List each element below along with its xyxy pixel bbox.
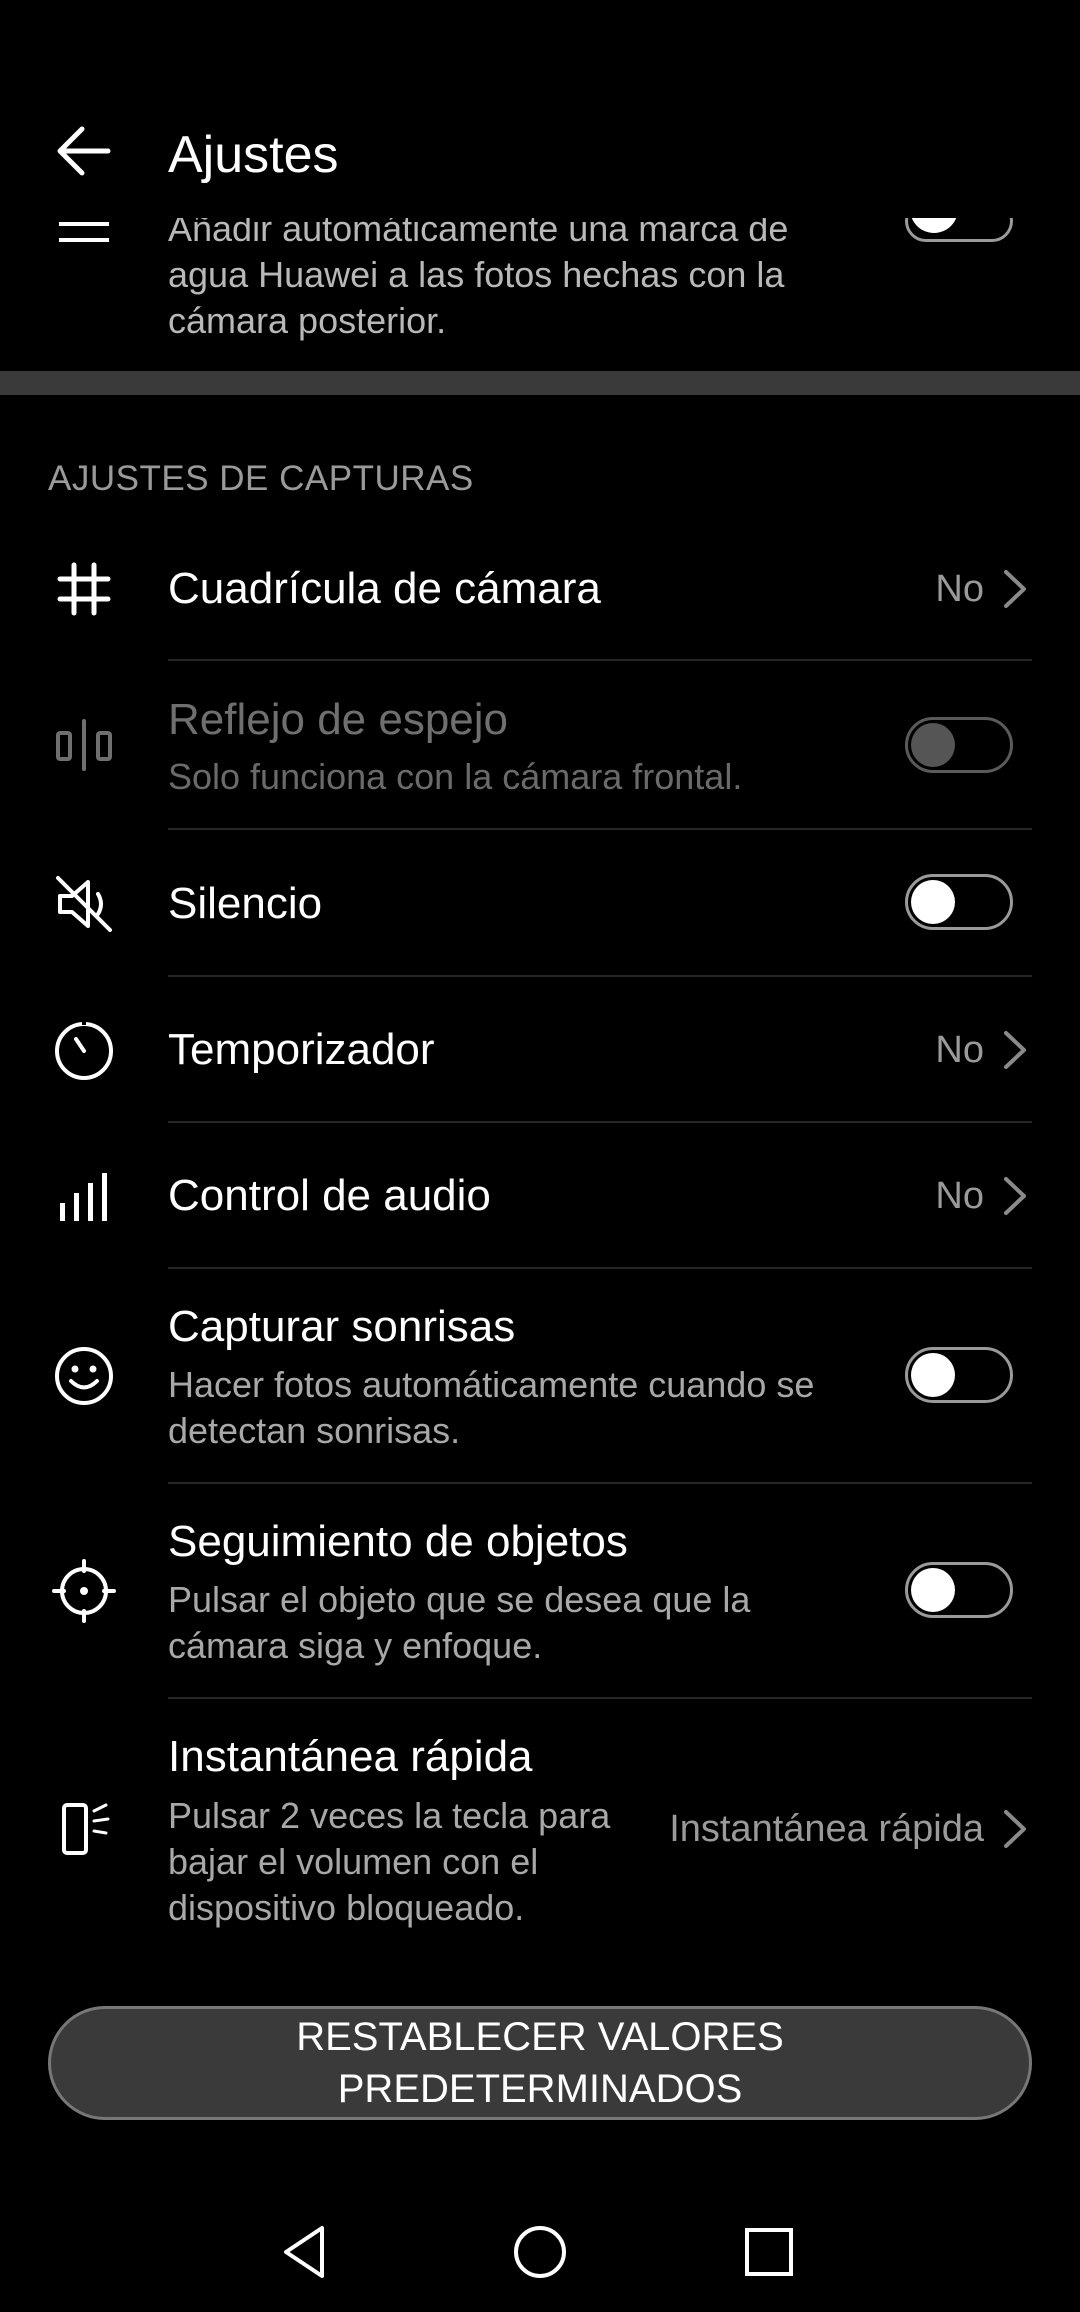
section-header: AJUSTES DE CAPTURAS [48, 459, 474, 498]
smile-capture-toggle[interactable] [905, 1347, 1013, 1403]
setting-subtitle: Pulsar el objeto que se desea que la cám… [168, 1579, 751, 1666]
chevron-right-icon [1000, 1804, 1030, 1854]
nav-recents-button[interactable] [733, 2216, 805, 2288]
setting-title: Cuadrícula de cámara [168, 564, 601, 613]
nav-back-button[interactable] [272, 2216, 344, 2288]
nav-recents-icon [745, 2228, 793, 2276]
setting-title: Seguimiento de objetos [168, 1517, 628, 1566]
reset-defaults-label: RESTABLECER VALORES PREDETERMINADOS [296, 2015, 784, 2111]
chevron-right-icon [1000, 564, 1030, 614]
crosshair-icon [48, 1555, 120, 1627]
smile-icon [48, 1340, 120, 1412]
setting-title: Silencio [168, 879, 323, 928]
reset-defaults-button[interactable]: RESTABLECER VALORES PREDETERMINADOS [48, 2006, 1032, 2120]
watermark-description: Añadir automáticamente una marca de agua… [168, 208, 789, 341]
setting-audio-control[interactable] [0, 1123, 1080, 1268]
setting-title: Temporizador [168, 1025, 435, 1074]
setting-subtitle: Hacer fotos automáticamente cuando se de… [168, 1364, 815, 1451]
object-tracking-toggle[interactable] [905, 1562, 1013, 1618]
setting-value: No [935, 568, 984, 610]
setting-value: Instantánea rápida [669, 1808, 984, 1850]
setting-title: Capturar sonrisas [168, 1302, 516, 1351]
quick-snap-icon [48, 1793, 120, 1865]
mute-icon [48, 868, 120, 940]
page-title-overlay: Ajustes [168, 126, 339, 184]
mute-toggle[interactable] [905, 874, 1013, 930]
grid-icon [48, 553, 120, 625]
setting-subtitle: Solo funciona con la cámara frontal. [168, 756, 743, 797]
nav-home-button[interactable] [504, 2216, 576, 2288]
nav-home-icon [514, 2226, 566, 2278]
setting-value: No [935, 1029, 984, 1071]
mirror-toggle[interactable] [905, 717, 1013, 773]
section-divider [0, 371, 1080, 395]
mirror-icon [48, 709, 120, 781]
nav-back-icon [284, 2226, 324, 2278]
setting-value: No [935, 1175, 984, 1217]
setting-title: Reflejo de espejo [168, 695, 509, 744]
chevron-right-icon [1000, 1025, 1030, 1075]
back-button-overlay[interactable] [48, 115, 120, 187]
chevron-right-icon [1000, 1171, 1030, 1221]
arrow-left-icon [57, 126, 111, 176]
setting-title: Control de audio [168, 1171, 491, 1220]
setting-subtitle: Pulsar 2 veces la tecla para bajar el vo… [168, 1795, 611, 1928]
audio-bars-icon [48, 1161, 120, 1233]
setting-title: Instantánea rápida [168, 1732, 533, 1781]
watermark-icon [55, 218, 113, 248]
setting-timer[interactable] [0, 977, 1080, 1122]
timer-icon [48, 1015, 120, 1087]
